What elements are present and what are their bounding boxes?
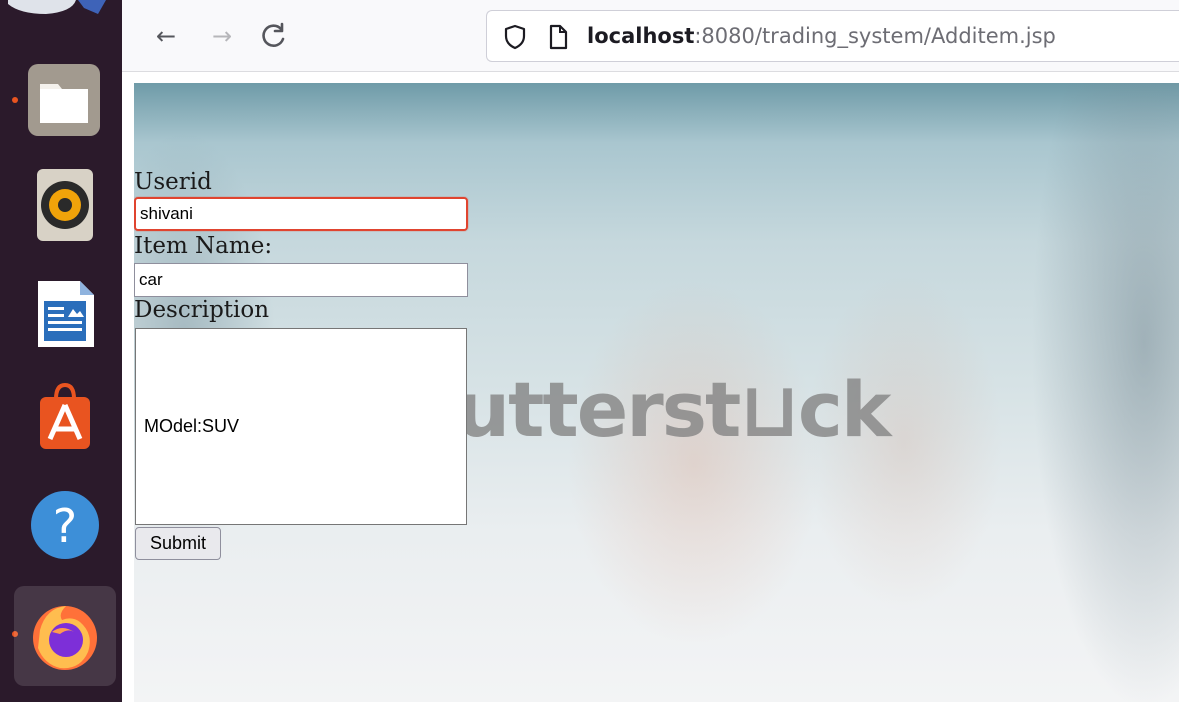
- svg-text:?: ?: [53, 499, 77, 553]
- url-path: :8080/trading_system/Additem.jsp: [694, 24, 1056, 48]
- firefox-app[interactable]: [14, 586, 116, 686]
- userid-label: Userid: [134, 169, 212, 195]
- url-text[interactable]: localhost:8080/trading_system/Additem.js…: [587, 23, 1056, 49]
- userid-input[interactable]: [134, 197, 468, 231]
- browser-toolbar: ← → localhost:8080/trading_system/Addite…: [122, 0, 1179, 72]
- libreoffice-writer-icon: [38, 281, 94, 347]
- files-icon: [28, 64, 100, 136]
- help-icon: ?: [31, 491, 99, 559]
- help-app[interactable]: ?: [14, 476, 116, 576]
- description-textarea[interactable]: MOdel:SUV: [135, 328, 467, 525]
- dock-partial-app-icon[interactable]: [6, 0, 110, 16]
- watermark-text: utterst⊔ck: [456, 365, 891, 454]
- submit-button[interactable]: Submit: [135, 527, 221, 560]
- ubuntu-dock: ?: [0, 0, 122, 702]
- firefox-icon: [33, 606, 97, 670]
- description-label: Description: [134, 297, 270, 323]
- rhythmbox-icon: [37, 169, 93, 241]
- libreoffice-writer-app[interactable]: [14, 255, 116, 355]
- reload-icon[interactable]: [256, 18, 292, 54]
- url-host: localhost: [587, 24, 695, 48]
- url-bar[interactable]: localhost:8080/trading_system/Additem.js…: [486, 10, 1179, 62]
- description-text: MOdel:SUV: [144, 416, 240, 436]
- forward-icon[interactable]: →: [204, 18, 240, 54]
- rhythmbox-app[interactable]: [14, 145, 116, 245]
- files-app[interactable]: [14, 50, 116, 150]
- item-name-label: Item Name:: [134, 233, 273, 259]
- page-viewport: utterst⊔ck Userid Item Name: Description…: [134, 83, 1179, 702]
- back-icon[interactable]: ←: [148, 18, 184, 54]
- page-info-document-icon[interactable]: [547, 24, 569, 50]
- software-center-icon: [40, 382, 90, 449]
- item-name-input[interactable]: [134, 263, 468, 297]
- software-center-app[interactable]: [14, 365, 116, 465]
- tracking-protection-shield-icon[interactable]: [503, 24, 527, 50]
